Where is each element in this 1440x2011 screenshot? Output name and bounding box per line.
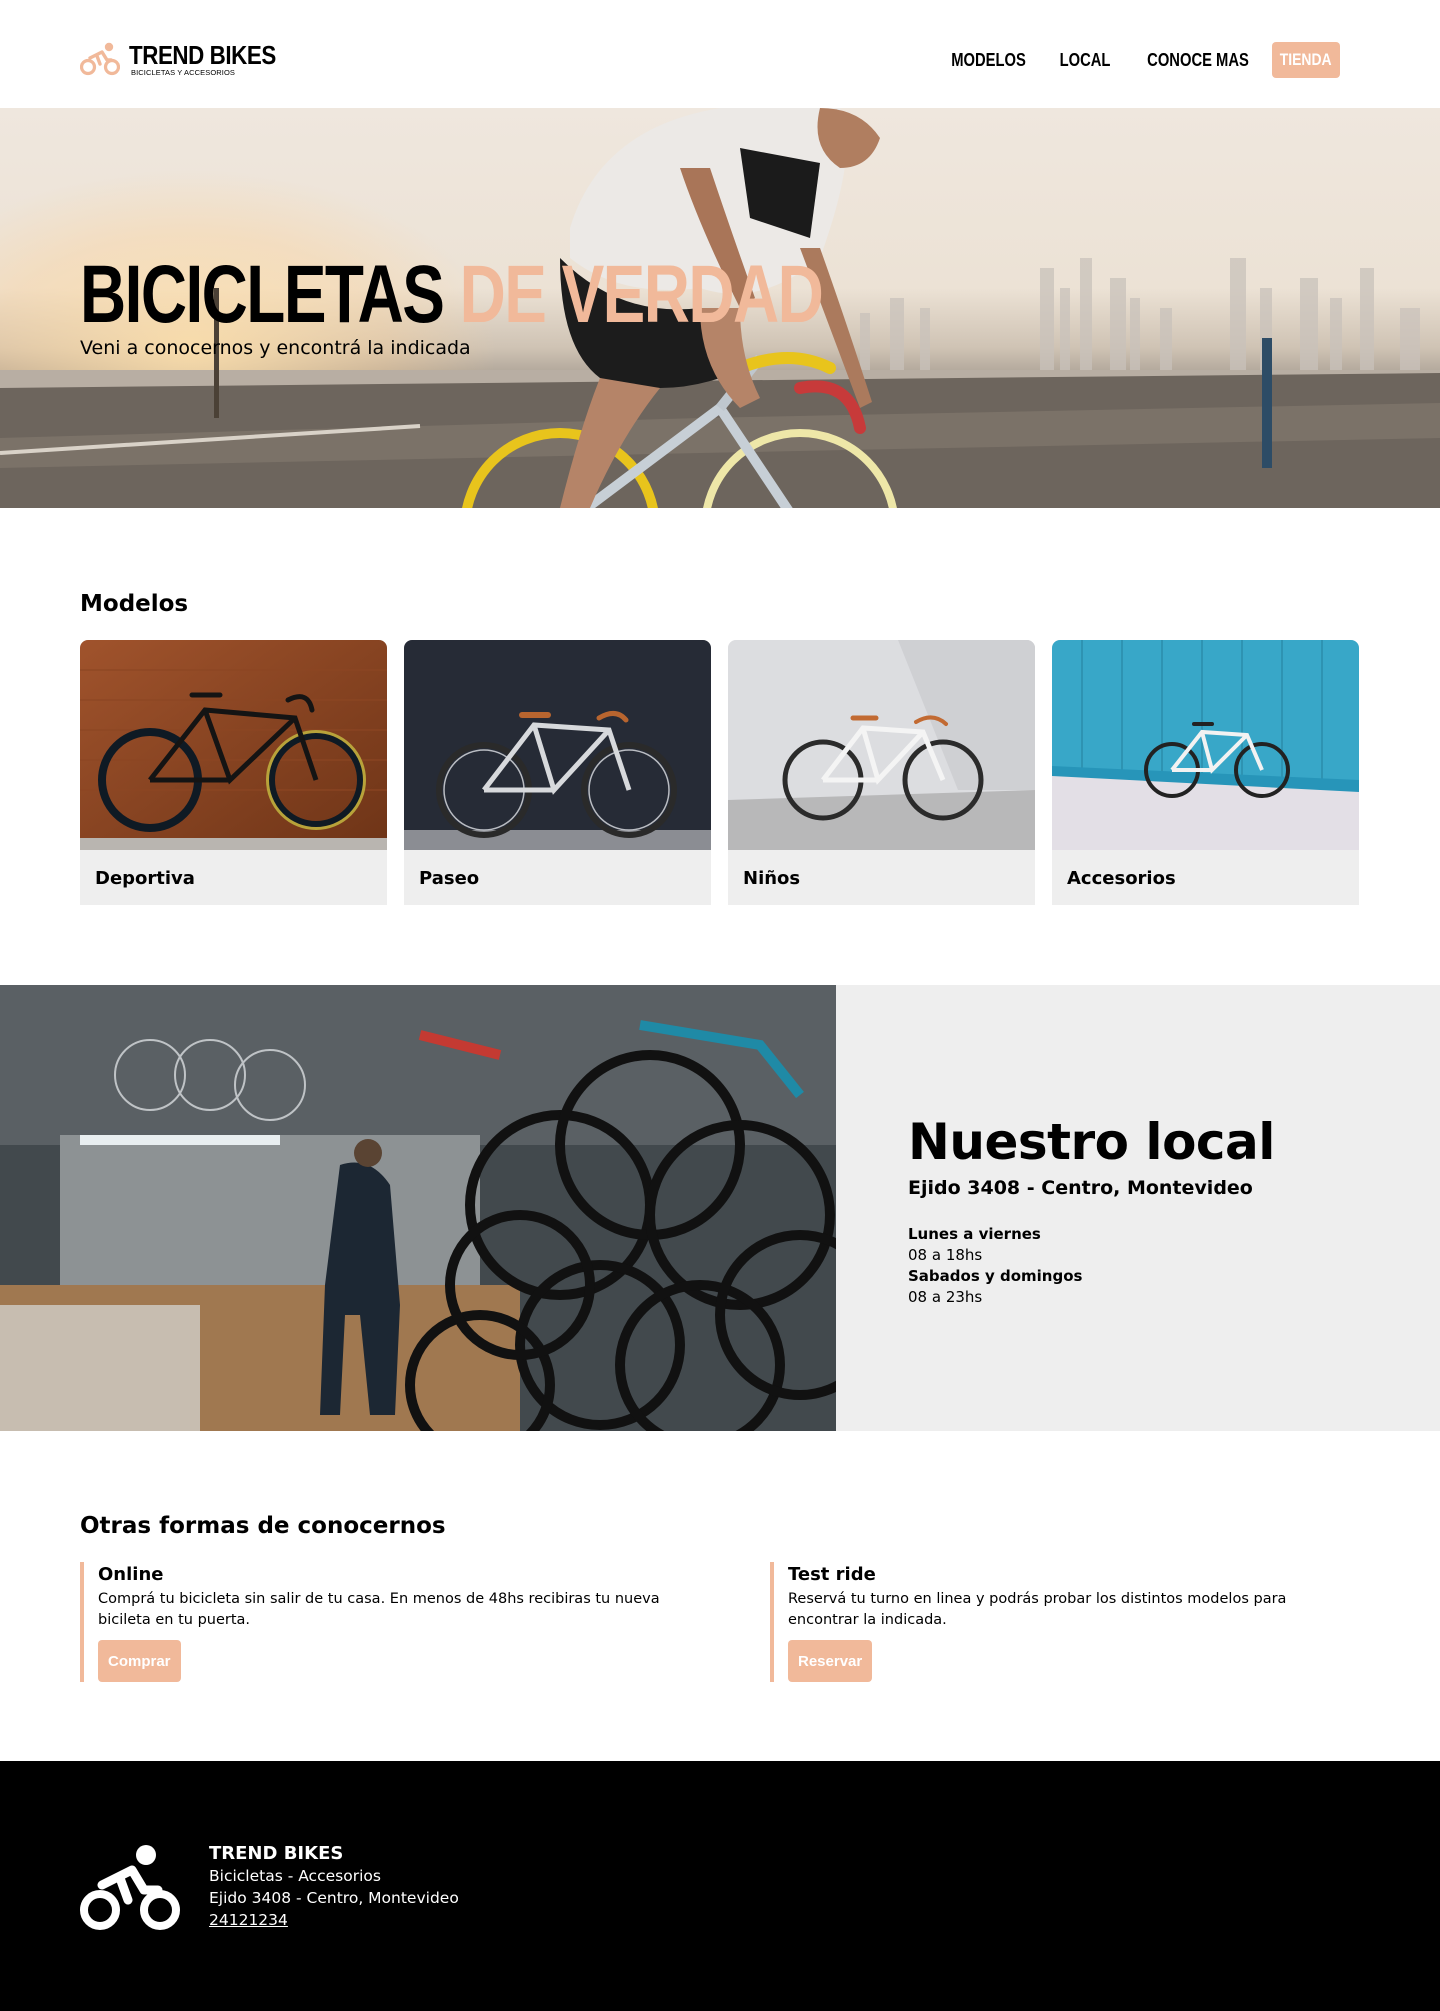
store-button[interactable]: TIENDA xyxy=(1272,42,1340,78)
site-header: TREND BIKES BICICLETAS Y ACCESORIOS MODE… xyxy=(0,0,1440,108)
white-bike-photo xyxy=(728,640,1035,850)
models-grid: Deportiva Paseo Niños Accesorios xyxy=(80,640,1360,905)
model-card-accesorios[interactable]: Accesorios xyxy=(1052,640,1359,905)
hero-banner: BICICLETAS DE VERDAD Veni a conocernos y… xyxy=(0,108,1440,508)
models-title: Modelos xyxy=(80,591,189,617)
hours-weekdays-value: 08 a 18hs xyxy=(908,1246,983,1264)
footer-address: Ejido 3408 - Centro, Montevideo xyxy=(209,1889,459,1907)
brand-name: TREND BIKES xyxy=(129,40,276,70)
store-title: Nuestro local xyxy=(908,1113,1275,1171)
road-bike-photo xyxy=(80,640,387,850)
model-card-ninos[interactable]: Niños xyxy=(728,640,1035,905)
model-card-label: Niños xyxy=(743,868,801,889)
model-card-label: Deportiva xyxy=(95,868,195,889)
feature-online: Online Comprá tu bicicleta sin salir de … xyxy=(80,1562,670,1682)
model-card-label: Paseo xyxy=(419,868,480,889)
site-footer: TREND BIKES Bicicletas - Accesorios Ejid… xyxy=(0,1761,1440,2011)
store-button-label: TIENDA xyxy=(1280,50,1332,69)
buy-button[interactable]: Comprar xyxy=(98,1640,181,1682)
footer-categories: Bicicletas - Accesorios xyxy=(209,1867,381,1885)
model-card-label: Accesorios xyxy=(1067,868,1176,889)
nav-link-modelos[interactable]: MODELOS xyxy=(951,50,1026,71)
cyclist-icon xyxy=(80,1845,180,1930)
footer-phone-link[interactable]: 24121234 xyxy=(209,1911,288,1929)
hero-title: BICICLETAS DE VERDAD xyxy=(80,254,824,336)
model-card-deportiva[interactable]: Deportiva xyxy=(80,640,387,905)
footer-brand-name: TREND BIKES xyxy=(209,1843,344,1864)
feature-title: Test ride xyxy=(788,1564,876,1585)
feature-test-ride: Test ride Reservá tu turno en linea y po… xyxy=(770,1562,1360,1682)
hero-title-part2: DE VERDAD xyxy=(459,249,824,340)
reserve-button[interactable]: Reservar xyxy=(788,1640,873,1682)
hours-weekend-value: 08 a 23hs xyxy=(908,1288,983,1306)
hero-subtitle: Veni a conocernos y encontrá la indicada xyxy=(80,337,471,359)
feature-text: Reservá tu turno en linea y podrás proba… xyxy=(788,1591,1287,1628)
nav-link-conoce-mas[interactable]: CONOCE MAS xyxy=(1147,50,1249,71)
model-card-paseo[interactable]: Paseo xyxy=(404,640,711,905)
hero-title-part1: BICICLETAS xyxy=(80,249,445,340)
hours-weekend-label: Sabados y domingos xyxy=(908,1267,1083,1285)
nav-link-local[interactable]: LOCAL xyxy=(1060,50,1111,71)
brand-logo[interactable]: TREND BIKES BICICLETAS Y ACCESORIOS xyxy=(80,40,280,80)
store-address: Ejido 3408 - Centro, Montevideo xyxy=(908,1177,1253,1199)
city-bike-photo xyxy=(404,640,711,850)
hours-weekdays-label: Lunes a viernes xyxy=(908,1225,1041,1243)
brand-tagline: BICICLETAS Y ACCESORIOS xyxy=(131,68,236,77)
main-nav: MODELOS LOCAL CONOCE MAS TIENDA xyxy=(923,42,1340,78)
feature-text: Comprá tu bicicleta sin salir de tu casa… xyxy=(98,1591,660,1628)
cyclist-icon xyxy=(80,42,120,76)
blue-wall-bike-photo xyxy=(1052,640,1359,850)
feature-title: Online xyxy=(98,1564,164,1585)
store-section: Nuestro local Ejido 3408 - Centro, Monte… xyxy=(0,985,1440,1431)
bike-shop-interior-photo xyxy=(0,985,836,1431)
other-ways-title: Otras formas de conocernos xyxy=(80,1513,446,1539)
